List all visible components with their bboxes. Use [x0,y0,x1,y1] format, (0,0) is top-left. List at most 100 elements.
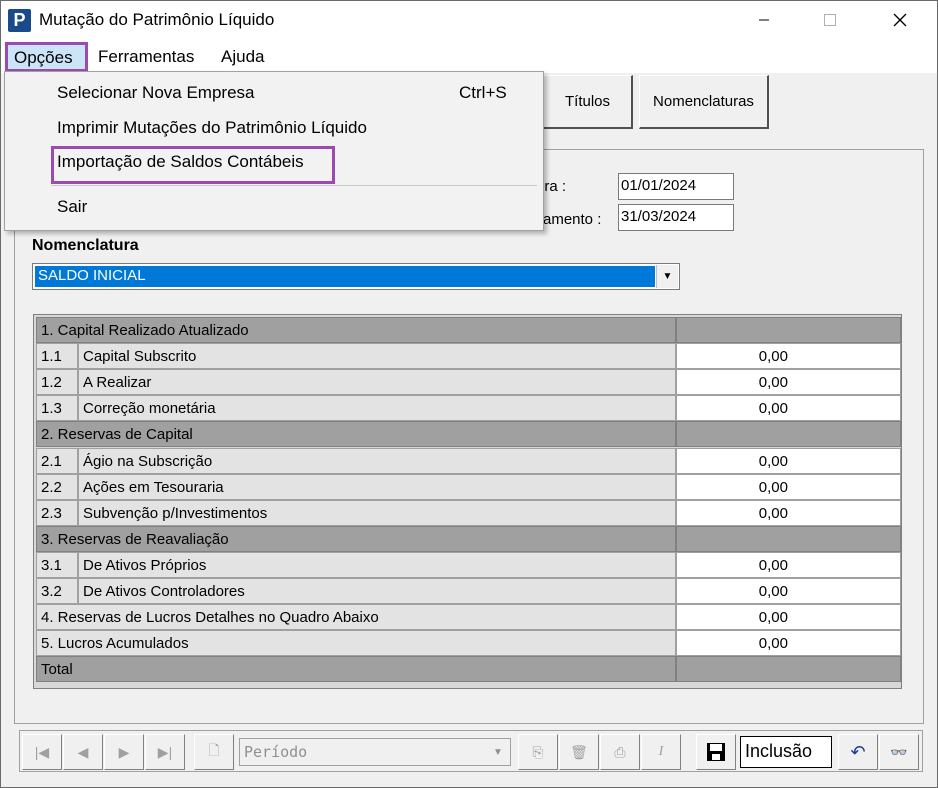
next-record-button[interactable]: ▶ [104,734,144,770]
document-icon: 🗋 [208,742,220,758]
row-label: De Ativos Próprios [78,551,676,578]
grid-group-row: 1. Capital Realizado Atualizado [36,317,901,343]
row-label: 5. Lucros Acumulados [36,630,676,657]
table-row: 5. Lucros Acumulados 0,00 [36,630,901,657]
chevron-down-icon[interactable]: ▼ [656,265,678,288]
prev-record-button[interactable]: ◀ [63,734,103,770]
value-cell[interactable]: 0,00 [676,630,901,657]
next-icon: ▶ [118,743,130,760]
encerramento-date-field[interactable]: 31/03/2024 [618,204,734,231]
table-row: 2.1 Ágio na Subscrição 0,00 [36,447,901,474]
table-row: 1.1 Capital Subscrito 0,00 [36,343,901,370]
printer-icon: ⎙ [614,743,626,760]
nomenclaturas-button[interactable]: Nomenclaturas [639,75,769,129]
row-number: 1.1 [36,343,78,370]
value-cell[interactable]: 0,00 [676,343,901,370]
value-cell[interactable]: 0,00 [676,395,901,422]
main-window: P Mutação do Patrimônio Líquido Opções F… [0,0,938,788]
shortcut-label: Ctrl+S [459,83,507,102]
group-value-cell [676,421,901,448]
last-icon: ▶| [157,743,173,760]
row-label: Capital Subscrito [78,343,676,370]
table-row: 3.2 De Ativos Controladores 0,00 [36,578,901,604]
nomenclatura-select[interactable]: SALDO INICIAL ▼ [32,263,680,290]
undo-icon: ↶ [850,741,866,762]
trash-icon: 🗑 [570,743,588,760]
value-cell[interactable]: 0,00 [676,499,901,526]
table-row: 1.3 Correção monetária 0,00 [36,395,901,422]
record-navigator: |◀ ◀ ▶ ▶| 🗋 Período ▼ ⎘ 🗑 ⎙ I Inclusão ↶… [19,730,923,772]
close-button[interactable] [877,1,923,39]
prev-icon: ◀ [77,743,89,760]
app-icon: P [8,9,31,32]
maximize-button[interactable] [807,1,853,39]
group-value-cell [676,656,901,683]
menu-ferramentas[interactable]: Ferramentas [94,45,198,69]
save-button[interactable] [696,734,736,770]
row-label: Subvenção p/Investimentos [78,499,676,526]
title-bar: P Mutação do Patrimônio Líquido [1,1,937,39]
row-number: 2.2 [36,473,78,500]
row-number: 2.3 [36,499,78,526]
row-label: Ágio na Subscrição [78,447,676,474]
row-label: Ações em Tesouraria [78,473,676,500]
table-row: 2.2 Ações em Tesouraria 0,00 [36,473,901,500]
minimize-button[interactable] [741,1,787,39]
group-value-cell [676,525,901,552]
search-button[interactable]: 👓 [879,734,919,770]
value-cell[interactable]: 0,00 [676,604,901,631]
grid-group-row: 3. Reservas de Reavaliação [36,525,901,552]
menu-bar: Opções Ferramentas Ajuda [1,39,937,73]
group-label: Total [36,656,676,683]
group-label: 1. Capital Realizado Atualizado [36,317,676,343]
abertura-date-field[interactable]: 01/01/2024 [618,173,734,200]
delete-button[interactable]: 🗑 [559,734,599,770]
table-row: 2.3 Subvenção p/Investimentos 0,00 [36,499,901,526]
maximize-icon [824,14,836,26]
value-cell[interactable]: 0,00 [676,551,901,578]
first-record-button[interactable]: |◀ [22,734,62,770]
row-number: 1.3 [36,395,78,422]
value-cell[interactable]: 0,00 [676,369,901,396]
menu-opcoes[interactable]: Opções [5,42,88,72]
binoculars-icon: 👓 [890,743,908,760]
nomenclatura-label: Nomenclatura [32,237,139,254]
minimize-icon [759,19,769,21]
menu-separator [51,185,537,186]
row-label: A Realizar [78,369,676,396]
undo-button[interactable]: ↶ [838,734,878,770]
nomenclatura-selected-value: SALDO INICIAL [35,266,655,287]
menu-item-selecionar-empresa[interactable]: Selecionar Nova Empresa [57,83,254,103]
first-icon: |◀ [34,743,50,760]
menu-item-imprimir[interactable]: Imprimir Mutações do Patrimônio Líquido [57,118,367,138]
grid-group-row: 2. Reservas de Capital [36,421,901,448]
row-number: 3.2 [36,578,78,604]
print-button[interactable]: ⎙ [600,734,640,770]
grid-group-row: Total [36,656,901,683]
nomenclaturas-label: Nomenclaturas [653,93,754,110]
new-record-button[interactable]: 🗋 [194,734,234,770]
row-number: 1.2 [36,369,78,396]
edit-button[interactable]: I [641,734,681,770]
mutacao-grid: 1. Capital Realizado Atualizado 1.1 Capita… [33,314,902,689]
value-cell[interactable]: 0,00 [676,578,901,604]
group-value-cell [676,317,901,343]
table-row: 3.1 De Ativos Próprios 0,00 [36,551,901,578]
opcoes-dropdown-menu: Selecionar Nova Empresa Ctrl+S Imprimir … [4,71,544,231]
encerramento-label: ramento : [538,211,602,228]
last-record-button[interactable]: ▶| [145,734,185,770]
group-label: 2. Reservas de Capital [36,421,676,448]
row-label: 4. Reservas de Lucros Detalhes no Quadro… [36,604,676,631]
value-cell[interactable]: 0,00 [676,447,901,474]
menu-item-importacao-saldos[interactable]: Importação de Saldos Contábeis [57,152,304,172]
close-icon [893,13,907,27]
titulos-label: Títulos [564,93,610,110]
periodo-select[interactable]: Período ▼ [239,738,511,766]
row-label: De Ativos Controladores [78,578,676,604]
table-row: 1.2 A Realizar 0,00 [36,369,901,396]
value-cell[interactable]: 0,00 [676,473,901,500]
copy-button[interactable]: ⎘ [518,734,558,770]
chevron-down-icon[interactable]: ▼ [487,740,509,764]
menu-ajuda[interactable]: Ajuda [217,45,268,69]
menu-item-sair[interactable]: Sair [57,197,87,217]
